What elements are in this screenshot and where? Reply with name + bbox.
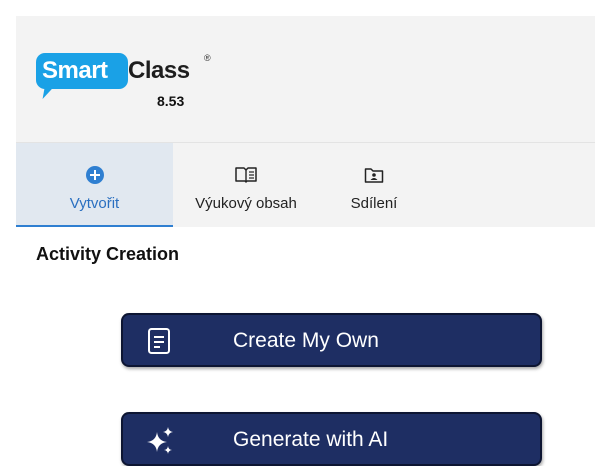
plus-circle-icon <box>85 165 104 185</box>
smartclass-logo: Smart Class ® 8.53 <box>36 53 226 123</box>
tab-label: Sdílení <box>350 195 398 212</box>
tab-vytvorit[interactable]: Vytvořit <box>16 143 173 227</box>
tab-label: Výukový obsah <box>195 195 297 212</box>
document-icon <box>145 327 173 355</box>
tab-sdileni[interactable]: Sdílení <box>319 143 429 227</box>
open-book-icon <box>235 165 257 185</box>
sparkle-icon <box>145 426 173 454</box>
tab-label: Vytvořit <box>69 195 120 212</box>
logo-bubble-tail <box>42 83 58 99</box>
tab-vyukovy-obsah[interactable]: Výukový obsah <box>173 143 319 227</box>
logo-smart-text: Smart <box>42 57 108 84</box>
create-my-own-button[interactable]: Create My Own <box>121 313 542 367</box>
button-label: Create My Own <box>233 329 379 352</box>
main-tab-bar: Vytvořit Výukový obsah Sdílení <box>16 142 595 227</box>
button-label: Generate with AI <box>233 428 389 451</box>
logo-registered-mark: ® <box>204 53 211 63</box>
app-version: 8.53 <box>157 93 185 109</box>
shared-folder-icon <box>364 165 384 185</box>
app-header: Smart Class ® 8.53 <box>16 16 595 142</box>
generate-with-ai-button[interactable]: Generate with AI <box>121 412 542 466</box>
section-title: Activity Creation <box>36 244 180 264</box>
logo-class-text: Class <box>128 57 190 84</box>
